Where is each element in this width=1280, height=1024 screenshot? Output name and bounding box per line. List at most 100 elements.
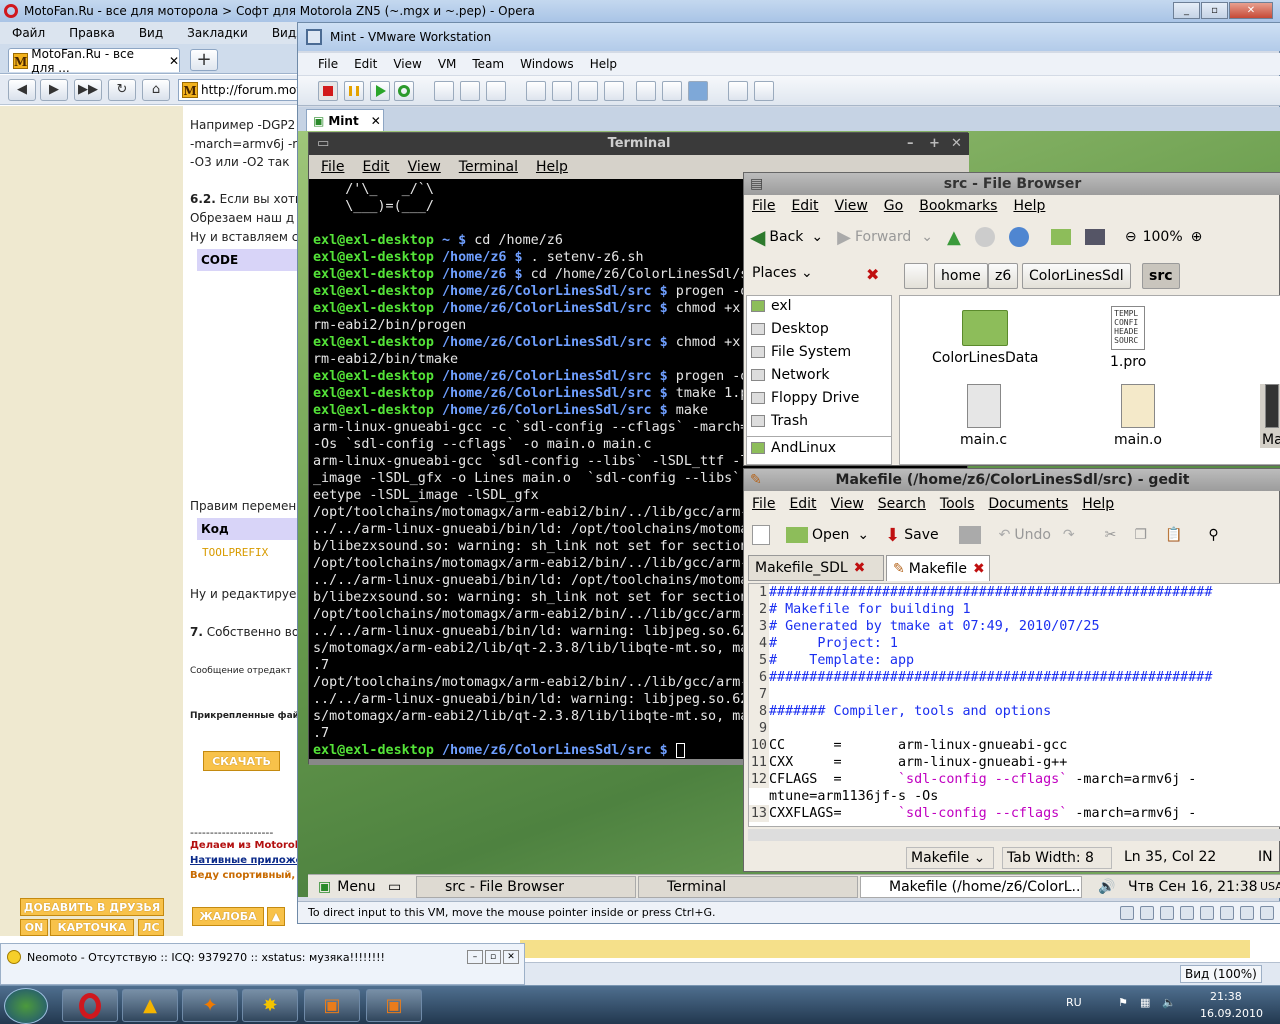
crumb-src[interactable]: src <box>1142 263 1180 289</box>
sidebar-item-exl[interactable]: exl <box>751 298 792 314</box>
sidebar-item-filesystem[interactable]: File System <box>751 344 851 360</box>
print-icon[interactable] <box>958 526 981 544</box>
term-menu-view[interactable]: View <box>408 159 441 175</box>
taskbtn-gedit[interactable]: Makefile (/home/z6/ColorL... <box>860 876 1082 898</box>
language-indicator[interactable]: RU <box>1066 996 1082 1009</box>
start-button[interactable] <box>4 988 48 1024</box>
vm-menu-vm[interactable]: VM <box>438 57 457 71</box>
gedit-hscrollbar[interactable] <box>748 829 1280 841</box>
close-button[interactable]: ✕ <box>1229 2 1273 19</box>
computer-icon[interactable] <box>1084 229 1105 245</box>
term-menu-terminal[interactable]: Terminal <box>459 159 518 175</box>
download-button[interactable]: СКАЧАТЬ <box>203 751 280 771</box>
vm-menu-file[interactable]: File <box>318 57 338 71</box>
tab-makefile[interactable]: ✎ Makefile ✖ <box>886 555 990 581</box>
sidebar-item-trash[interactable]: Trash <box>751 413 808 429</box>
tab-width-selector[interactable]: Tab Width: 8 ⌄ <box>1002 847 1112 886</box>
private-message-button[interactable]: ЛС <box>138 919 164 936</box>
fast-forward-button[interactable]: ▶▶ <box>74 79 102 101</box>
vm-settings-icon[interactable] <box>1260 906 1274 920</box>
tray-flag-icon[interactable]: ⚑ <box>1118 996 1128 1009</box>
home-button[interactable]: ⌂ <box>142 79 170 101</box>
sidebar-item-network[interactable]: Network <box>751 367 829 383</box>
neomoto-close-button[interactable]: ✕ <box>503 950 519 964</box>
volume-icon[interactable]: 🔊 <box>1092 876 1115 898</box>
tab-close-icon[interactable]: ✖ <box>973 557 985 581</box>
signature-link-1[interactable]: Делаем из Motorol <box>190 840 298 851</box>
console-view-button[interactable] <box>688 81 708 101</box>
crumb-z6[interactable]: z6 <box>988 263 1019 289</box>
opera-tab-motofan[interactable]: M MotoFan.Ru - все для ... ✕ <box>8 47 180 75</box>
open-button[interactable]: Open <box>812 527 849 543</box>
terminal-close-button[interactable]: ✕ <box>951 133 962 155</box>
file-1-pro[interactable]: TEMPL CONFI HEADE SOURC 1.pro <box>1110 306 1146 370</box>
file-main-c[interactable]: main.c <box>960 384 1007 448</box>
neomoto-minimize-button[interactable]: – <box>467 950 483 964</box>
search-icon[interactable]: ⚲ <box>1208 527 1218 543</box>
reload-button[interactable]: ↻ <box>108 79 136 101</box>
sidebar-item-floppy[interactable]: Floppy Drive <box>751 390 859 406</box>
reset-button[interactable] <box>394 81 414 101</box>
redo-icon[interactable]: ↷ <box>1063 527 1075 543</box>
complaint-button[interactable]: ЖАЛОБА <box>192 907 264 926</box>
fb-menu-help[interactable]: Help <box>1013 198 1045 214</box>
zoom-control[interactable]: Вид (100%) <box>1180 965 1262 983</box>
fb-menu-file[interactable]: File <box>752 198 775 214</box>
taskbar-vmware-2[interactable]: ▣ <box>366 989 422 1022</box>
home-folder-icon[interactable] <box>1050 229 1071 245</box>
ge-menu-documents[interactable]: Documents <box>988 496 1068 512</box>
suspend-button[interactable] <box>344 81 364 101</box>
copy-icon[interactable]: ❐ <box>1134 527 1147 543</box>
toggle-location-icon[interactable] <box>904 263 928 289</box>
address-field[interactable]: M http://forum.mot <box>178 79 308 101</box>
taskbtn-terminal[interactable]: Terminal <box>638 876 858 898</box>
tray-time[interactable]: 21:38 <box>1210 990 1242 1003</box>
ge-menu-file[interactable]: File <box>752 496 775 512</box>
add-friend-button[interactable]: ДОБАВИТЬ В ДРУЗЬЯ <box>20 898 164 916</box>
message-status-icon[interactable] <box>1240 906 1254 920</box>
up-arrow-icon[interactable]: ▲ <box>947 227 961 248</box>
taskbar-aimp[interactable]: ▲ <box>122 989 178 1022</box>
zoom-out-icon[interactable]: ⊖ <box>1125 229 1137 245</box>
snapshot-button[interactable] <box>434 81 454 101</box>
power-on-button[interactable] <box>370 81 390 101</box>
fb-menu-edit[interactable]: Edit <box>791 198 818 214</box>
opera-menu-view[interactable]: Вид <box>127 26 175 40</box>
cut-icon[interactable]: ✂ <box>1105 527 1117 543</box>
opera-menu-file[interactable]: Файл <box>0 26 57 40</box>
unity-button[interactable] <box>604 81 624 101</box>
full-screen-button[interactable] <box>552 81 572 101</box>
revert-snapshot-button[interactable] <box>460 81 480 101</box>
vm-menu-team[interactable]: Team <box>472 57 504 71</box>
taskbtn-file-browser[interactable]: src - File Browser <box>416 876 636 898</box>
open-dropdown-icon[interactable]: ⌄ <box>857 527 869 543</box>
show-sidebar-button[interactable] <box>526 81 546 101</box>
signature-link-3[interactable]: Веду спортивный, <box>190 870 295 881</box>
minimize-button[interactable]: _ <box>1173 2 1200 19</box>
places-selector[interactable]: Places ⌄ <box>752 265 813 281</box>
file-colorlinesdata[interactable]: ColorLinesData <box>932 310 1038 366</box>
floppy-status-icon[interactable] <box>1160 906 1174 920</box>
cdrom-status-icon[interactable] <box>1140 906 1154 920</box>
crumb-colorlinessdl[interactable]: ColorLinesSdl <box>1022 263 1131 289</box>
taskbar-vmware-1[interactable]: ▣ <box>304 989 360 1022</box>
ge-menu-tools[interactable]: Tools <box>940 496 975 512</box>
ge-menu-help[interactable]: Help <box>1082 496 1114 512</box>
terminal-minimize-button[interactable]: – <box>907 133 914 155</box>
back-dropdown-icon[interactable]: ⌄ <box>811 229 823 245</box>
term-menu-file[interactable]: File <box>321 159 344 175</box>
vm-tab-mint[interactable]: ▣ Mint ✕ <box>306 109 384 131</box>
save-button[interactable]: Save <box>904 527 938 543</box>
appliance-view-button[interactable] <box>662 81 682 101</box>
back-button[interactable]: ◀ <box>8 79 36 101</box>
tab-close-icon[interactable]: ✕ <box>169 54 179 68</box>
fb-back-button[interactable]: Back <box>769 229 803 245</box>
vm-menu-view[interactable]: View <box>393 57 421 71</box>
power-off-button[interactable] <box>318 81 338 101</box>
taskbar-thebat[interactable]: ✸ <box>242 989 298 1022</box>
quick-switch-button[interactable] <box>578 81 598 101</box>
fb-menu-go[interactable]: Go <box>884 198 903 214</box>
ge-menu-edit[interactable]: Edit <box>789 496 816 512</box>
sidebar-item-andlinux[interactable]: AndLinux <box>751 440 836 456</box>
crumb-home[interactable]: home <box>934 263 988 289</box>
